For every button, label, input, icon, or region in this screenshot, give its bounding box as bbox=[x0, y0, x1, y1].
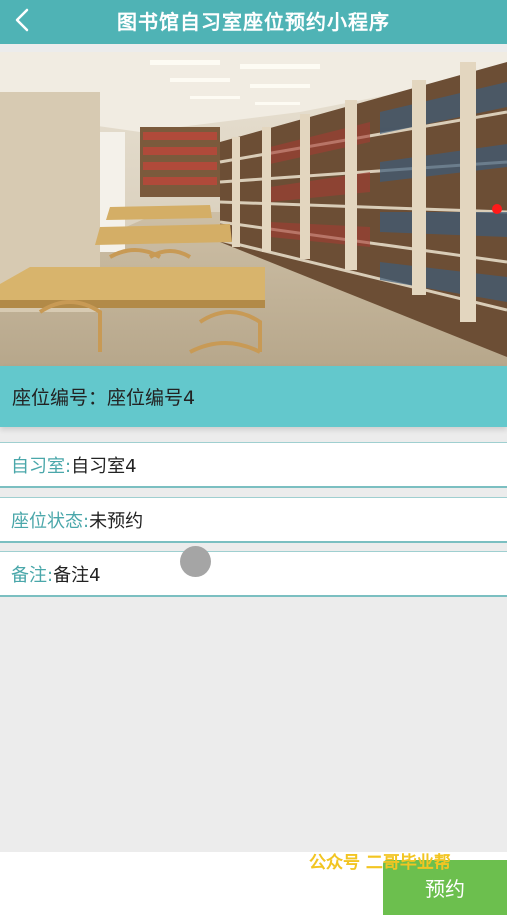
top-bar: 图书馆自习室座位预约小程序 bbox=[0, 0, 507, 44]
room-label: 自习室: bbox=[11, 455, 72, 477]
page-title: 图书馆自习室座位预约小程序 bbox=[117, 10, 390, 34]
seat-number-label: 座位编号： bbox=[12, 387, 108, 409]
touch-indicator bbox=[180, 546, 211, 577]
library-photo bbox=[0, 52, 507, 366]
room-row: 自习室: 自习室4 bbox=[0, 442, 507, 488]
note-value: 备注4 bbox=[53, 564, 101, 586]
note-row: 备注: 备注4 bbox=[0, 551, 507, 597]
note-label: 备注: bbox=[11, 564, 54, 586]
room-value: 自习室4 bbox=[71, 455, 137, 477]
seat-number-header: 座位编号： 座位编号4 bbox=[0, 366, 507, 427]
watermark-text: 公众号 二哥毕业帮 bbox=[309, 853, 451, 873]
status-row: 座位状态: 未预约 bbox=[0, 497, 507, 543]
status-label: 座位状态: bbox=[11, 510, 90, 532]
seat-number-value: 座位编号4 bbox=[107, 387, 196, 409]
status-value: 未预约 bbox=[89, 510, 144, 532]
